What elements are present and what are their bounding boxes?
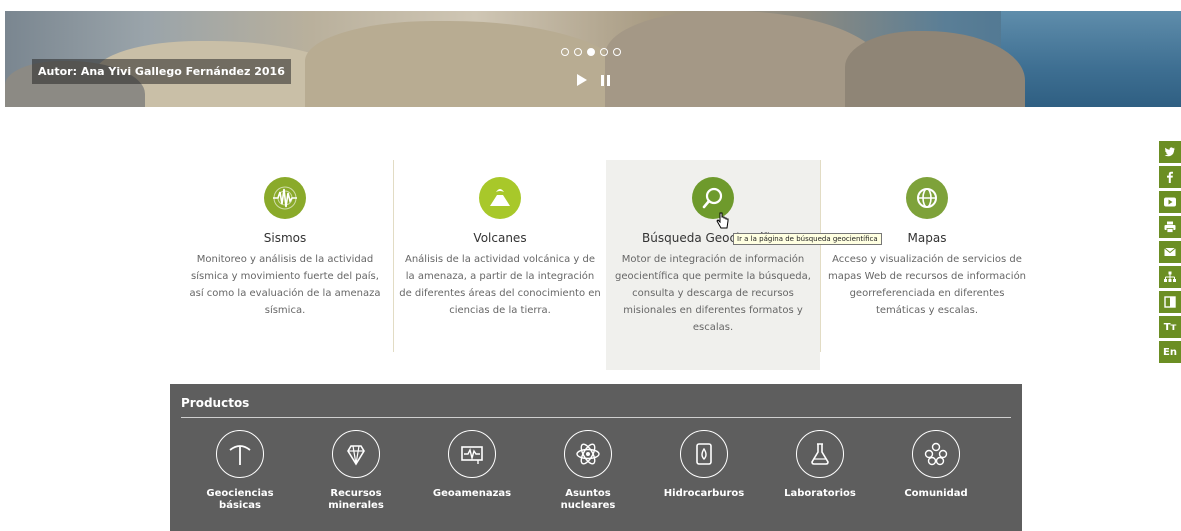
product-label[interactable]: Geoamenazas: [422, 488, 522, 500]
slider-controls: [577, 74, 610, 86]
product-hidrocarburos[interactable]: Hidrocarburos: [654, 430, 754, 500]
seismic-wave-icon[interactable]: [264, 177, 306, 219]
community-icon[interactable]: [912, 430, 960, 478]
banner-sea: [1001, 11, 1181, 107]
social-bar: Tт En: [1159, 141, 1181, 366]
youtube-icon[interactable]: [1159, 191, 1181, 213]
banner-rock: [305, 21, 625, 107]
product-asuntos-nucleares[interactable]: Asuntos nucleares: [538, 430, 638, 512]
slide-dot[interactable]: [574, 48, 582, 56]
twitter-icon[interactable]: [1159, 141, 1181, 163]
contrast-icon[interactable]: [1159, 291, 1181, 313]
oil-drop-icon[interactable]: [680, 430, 728, 478]
feature-mapas[interactable]: Mapas Acceso y visualización de servicio…: [820, 160, 1034, 370]
hero-banner: Autor: Ana Yivi Gallego Fernández 2016: [5, 11, 1181, 107]
feature-title[interactable]: Sismos: [178, 231, 392, 245]
feature-description: Análisis de la actividad volcánica y de …: [399, 254, 601, 316]
slide-dot[interactable]: [600, 48, 608, 56]
feature-busqueda-geocientifica[interactable]: Búsqueda Geocientífica Motor de integrac…: [606, 160, 820, 370]
pause-icon[interactable]: [601, 74, 610, 86]
globe-icon[interactable]: [906, 177, 948, 219]
sitemap-icon[interactable]: [1159, 266, 1181, 288]
crystal-icon[interactable]: [332, 430, 380, 478]
product-label[interactable]: Geociencias básicas: [190, 488, 290, 512]
text-size-icon[interactable]: Tт: [1159, 316, 1181, 338]
slide-indicators: [561, 48, 621, 56]
tooltip: Ir a la página de búsqueda geocientífica: [733, 233, 882, 245]
mail-icon[interactable]: [1159, 241, 1181, 263]
product-label[interactable]: Hidrocarburos: [654, 488, 754, 500]
language-icon[interactable]: En: [1159, 341, 1181, 363]
product-geociencias-basicas[interactable]: Geociencias básicas: [190, 430, 290, 512]
product-label[interactable]: Comunidad: [886, 488, 986, 500]
slide-dot[interactable]: [561, 48, 569, 56]
products-divider: [181, 417, 1011, 418]
atom-icon[interactable]: [564, 430, 612, 478]
products-panel: Productos Geociencias básicas Recursos m…: [170, 384, 1022, 531]
feature-sismos[interactable]: Sismos Monitoreo y análisis de la activi…: [178, 160, 392, 370]
feature-title[interactable]: Volcanes: [393, 231, 607, 245]
feature-description: Acceso y visualización de servicios de m…: [827, 254, 1027, 316]
facebook-icon[interactable]: [1159, 166, 1181, 188]
pickaxe-icon[interactable]: [216, 430, 264, 478]
seismograph-icon[interactable]: [448, 430, 496, 478]
feature-description: Motor de integración de información geoc…: [615, 254, 811, 333]
print-icon[interactable]: [1159, 216, 1181, 238]
flask-icon[interactable]: [796, 430, 844, 478]
product-comunidad[interactable]: Comunidad: [886, 430, 986, 500]
product-recursos-minerales[interactable]: Recursos minerales: [306, 430, 406, 512]
feature-description: Monitoreo y análisis de la actividad sís…: [189, 254, 381, 316]
photo-credit: Autor: Ana Yivi Gallego Fernández 2016: [32, 59, 291, 84]
play-icon[interactable]: [577, 74, 587, 86]
slide-dot[interactable]: [613, 48, 621, 56]
product-geoamenazas[interactable]: Geoamenazas: [422, 430, 522, 500]
volcano-icon[interactable]: [479, 177, 521, 219]
banner-rock: [605, 11, 885, 107]
feature-volcanes[interactable]: Volcanes Análisis de la actividad volcán…: [393, 160, 607, 370]
hand-cursor-icon: [716, 212, 729, 229]
products-title: Productos: [181, 396, 250, 410]
product-label[interactable]: Laboratorios: [770, 488, 870, 500]
banner-rock: [845, 31, 1025, 107]
product-laboratorios[interactable]: Laboratorios: [770, 430, 870, 500]
slide-dot-active[interactable]: [587, 48, 595, 56]
product-label[interactable]: Asuntos nucleares: [538, 488, 638, 512]
product-label[interactable]: Recursos minerales: [306, 488, 406, 512]
